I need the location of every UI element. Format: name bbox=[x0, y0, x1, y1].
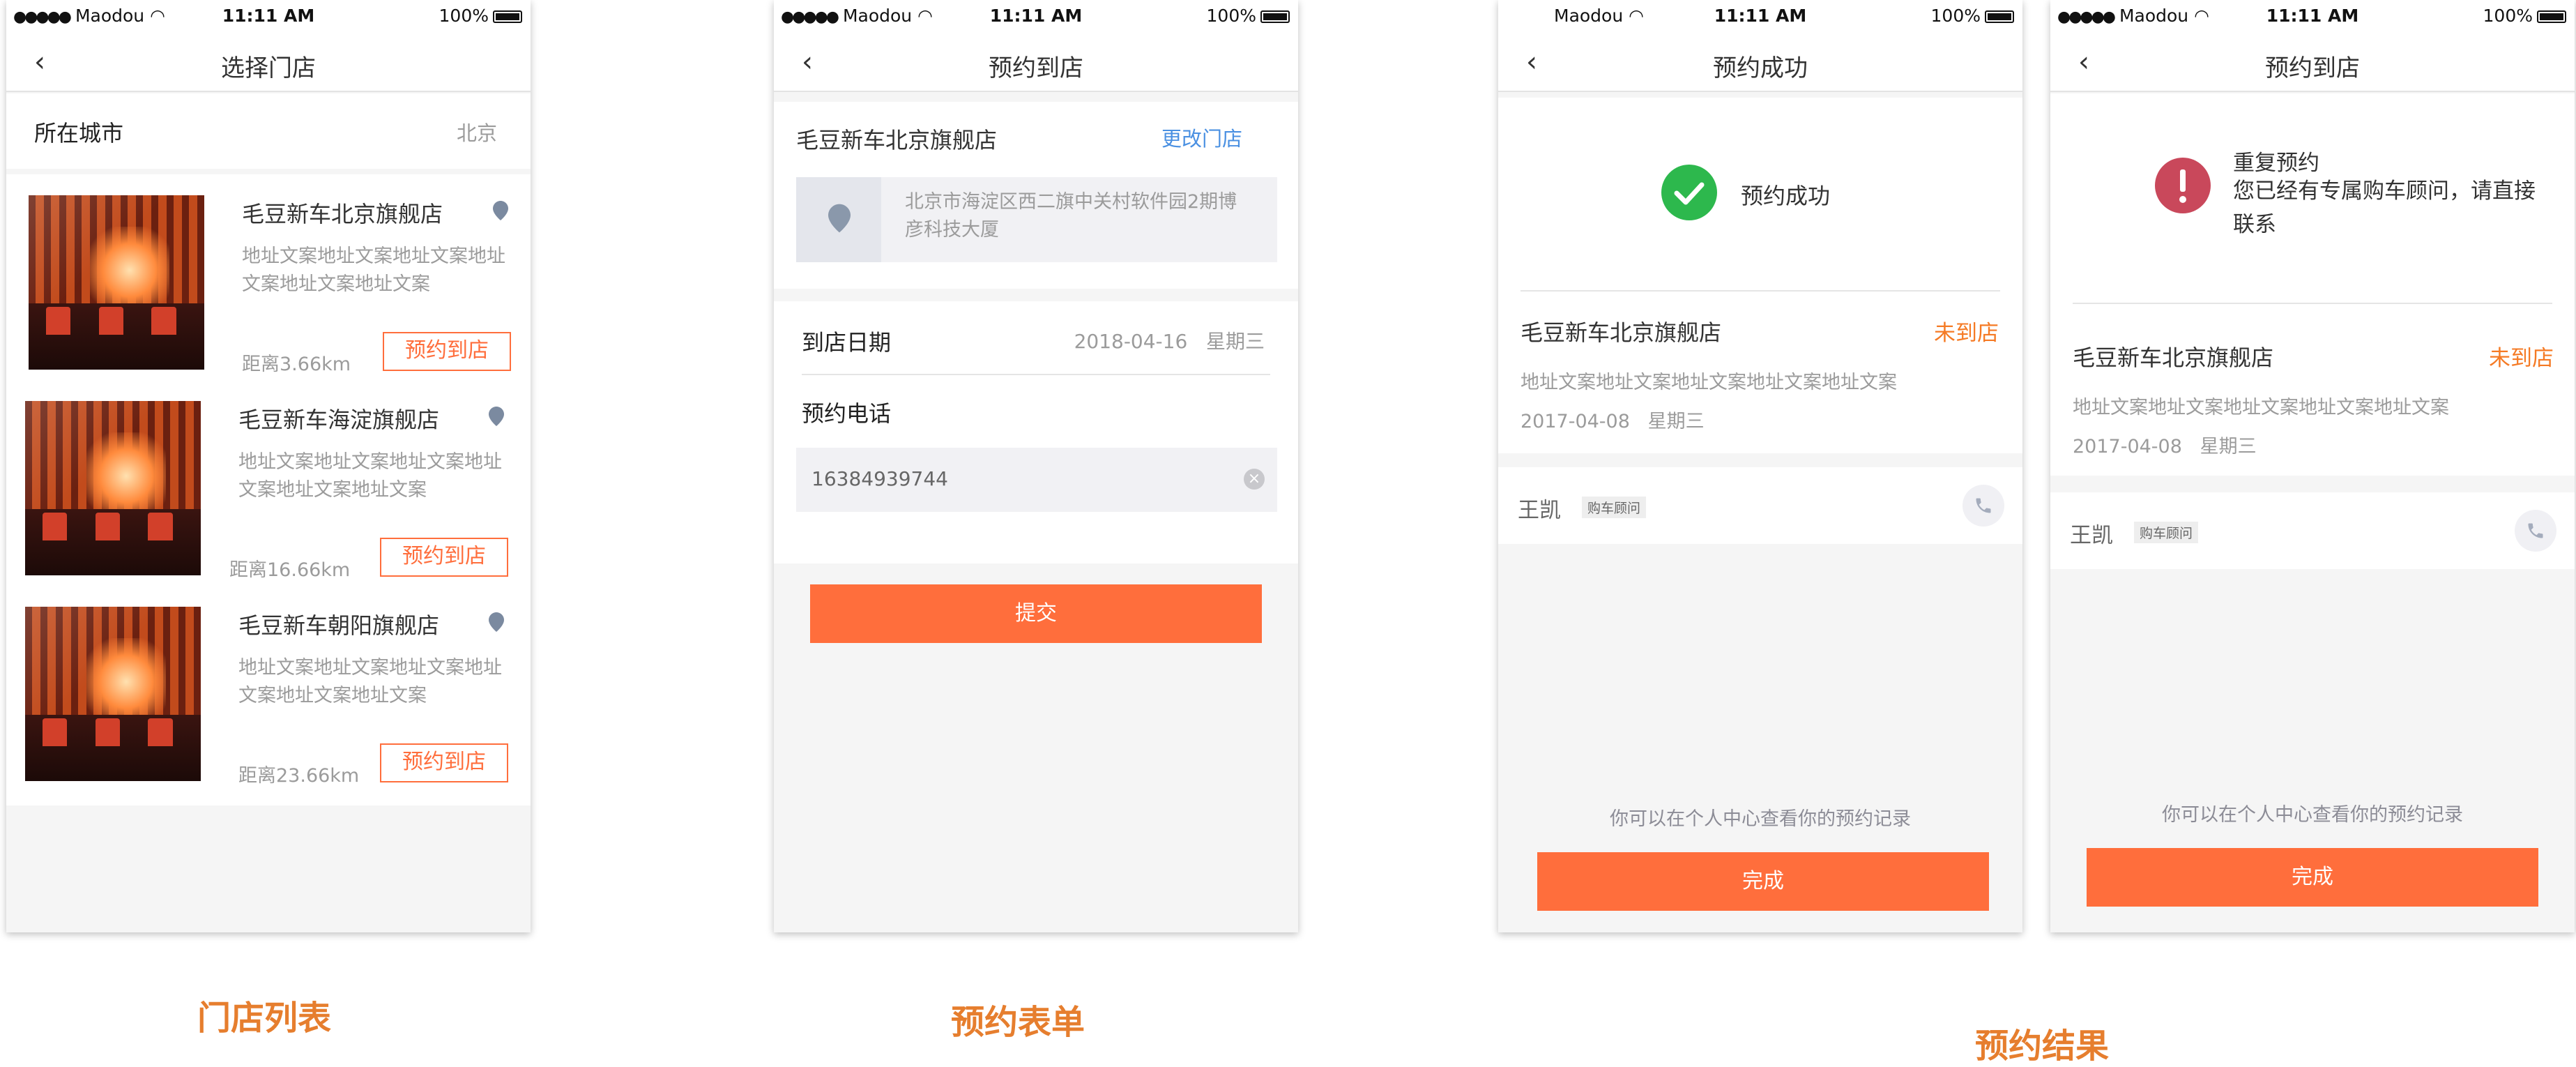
location-pin-icon bbox=[828, 204, 851, 233]
status-bar: ●●●●● Maodou ◠ 11:11 AM 100% bbox=[774, 0, 1298, 33]
list-item: 毛豆新车北京旗舰店 地址文案地址文案地址文案地址文案地址文案地址文案 距离3.6… bbox=[6, 195, 531, 377]
status-bar: ●●●●● Maodou ◠ 11:11 AM 100% bbox=[6, 0, 531, 33]
result-section: 预约成功 毛豆新车北京旗舰店 未到店 地址文案地址文案地址文案地址文案地址文案 … bbox=[1498, 98, 2022, 453]
phone-value: 16384939744 bbox=[811, 467, 948, 490]
submit-button[interactable]: 提交 bbox=[810, 584, 1262, 643]
page-title: 预约到店 bbox=[989, 54, 1083, 82]
done-button[interactable]: 完成 bbox=[2087, 848, 2538, 907]
battery-icon bbox=[1985, 10, 2014, 23]
store-address: 地址文案地址文案地址文案地址文案地址文案地址文案 bbox=[238, 657, 502, 706]
call-button[interactable] bbox=[2515, 510, 2556, 552]
list-item: 毛豆新车海淀旗舰店 地址文案地址文案地址文案地址文案地址文案地址文案 距离16.… bbox=[6, 401, 531, 582]
caption-booking-form: 预约表单 bbox=[951, 1003, 1085, 1042]
location-pin-icon bbox=[489, 407, 504, 426]
location-pin-icon bbox=[489, 612, 504, 632]
booking-date: 2017-04-08 星期三 bbox=[2073, 436, 2257, 457]
screen-store-list: ●●●●● Maodou ◠ 11:11 AM 100% ‹ 选择门店 所在城市… bbox=[6, 0, 531, 932]
page-title: 选择门店 bbox=[221, 54, 316, 82]
store-name: 毛豆新车海淀旗舰店 bbox=[238, 407, 440, 433]
advisor-name: 王凯 bbox=[1518, 498, 1561, 523]
battery: 100% bbox=[2483, 6, 2566, 26]
form-section: 到店日期 2018-04-16 星期三 预约电话 16384939744 × bbox=[774, 301, 1298, 563]
phone-label: 预约电话 bbox=[802, 400, 892, 427]
store-address: 地址文案地址文案地址文案地址文案地址文案地址文案 bbox=[238, 451, 502, 501]
store-section: 毛豆新车北京旗舰店 更改门店 北京市海淀区西二旗中关村软件园2期博彦科技大厦 bbox=[774, 102, 1298, 289]
nav-bar: ‹ 预约到店 bbox=[2050, 33, 2575, 92]
store-distance: 距离16.66km bbox=[229, 559, 351, 581]
caption-booking-result: 预约结果 bbox=[1975, 1027, 2110, 1066]
battery: 100% bbox=[1207, 6, 1290, 26]
store-name: 毛豆新车北京旗舰店 bbox=[796, 127, 998, 153]
status-bar: Maodou ◠ 11:11 AM 100% bbox=[1498, 0, 2022, 33]
store-image bbox=[25, 401, 201, 575]
book-visit-button[interactable]: 预约到店 bbox=[380, 538, 508, 577]
book-visit-button[interactable]: 预约到店 bbox=[380, 743, 508, 782]
address-box: 北京市海淀区西二旗中关村软件园2期博彦科技大厦 bbox=[796, 177, 1277, 262]
store-list: 毛豆新车北京旗舰店 地址文案地址文案地址文案地址文案地址文案地址文案 距离3.6… bbox=[6, 174, 531, 805]
warning-title: 重复预约 bbox=[2233, 151, 2319, 176]
divider bbox=[802, 374, 1270, 375]
store-address: 地址文案地址文案地址文案地址文案地址文案 bbox=[2073, 397, 2449, 418]
store-address: 北京市海淀区西二旗中关村软件园2期博彦科技大厦 bbox=[905, 191, 1237, 241]
book-visit-button[interactable]: 预约到店 bbox=[383, 332, 511, 371]
store-distance: 距离3.66km bbox=[242, 354, 351, 375]
store-address: 地址文案地址文案地址文案地址文案地址文案 bbox=[1521, 372, 1897, 393]
city-row[interactable]: 所在城市 北京 bbox=[6, 93, 531, 169]
result-text: 预约成功 bbox=[1741, 183, 1831, 209]
done-button[interactable]: 完成 bbox=[1537, 852, 1989, 911]
battery: 100% bbox=[439, 6, 522, 26]
battery-icon bbox=[1260, 10, 1290, 23]
nav-bar: ‹ 选择门店 bbox=[6, 33, 531, 92]
caption-store-list: 门店列表 bbox=[197, 999, 332, 1038]
hint-text: 你可以在个人中心查看你的预约记录 bbox=[2162, 804, 2463, 826]
advisor-row: 王凯 购车顾问 bbox=[1498, 467, 2022, 544]
store-distance: 距离23.66km bbox=[238, 765, 360, 787]
change-store-link[interactable]: 更改门店 bbox=[1161, 123, 1242, 152]
list-item: 毛豆新车朝阳旗舰店 地址文案地址文案地址文案地址文案地址文案地址文案 距离23.… bbox=[6, 607, 531, 788]
page-title: 预约成功 bbox=[1713, 54, 1808, 82]
phone-icon bbox=[1976, 498, 1991, 513]
store-name: 毛豆新车朝阳旗舰店 bbox=[238, 612, 440, 639]
advisor-name: 王凯 bbox=[2070, 523, 2113, 548]
store-name: 毛豆新车北京旗舰店 bbox=[1521, 319, 1722, 346]
warning-message: 您已经有专属购车顾问，请直接联系 bbox=[2233, 179, 2536, 237]
location-pin-icon bbox=[493, 201, 508, 220]
clear-icon[interactable]: × bbox=[1244, 469, 1265, 490]
result-section: 重复预约 您已经有专属购车顾问，请直接联系 毛豆新车北京旗舰店 未到店 地址文案… bbox=[2050, 93, 2575, 476]
screen-booking-form: ●●●●● Maodou ◠ 11:11 AM 100% ‹ 预约到店 毛豆新车… bbox=[774, 0, 1298, 932]
city-label: 所在城市 bbox=[34, 120, 124, 146]
status-badge: 未到店 bbox=[2489, 346, 2554, 371]
phone-input[interactable]: 16384939744 × bbox=[796, 448, 1277, 512]
address-icon-box bbox=[796, 177, 881, 262]
battery-icon bbox=[493, 10, 522, 23]
date-value[interactable]: 2018-04-16 星期三 bbox=[1074, 326, 1265, 354]
advisor-tag: 购车顾问 bbox=[2134, 522, 2199, 543]
date-label: 到店日期 bbox=[802, 329, 892, 356]
screen-booking-duplicate: ●●●●● Maodou ◠ 11:11 AM 100% ‹ 预约到店 重复预约… bbox=[2050, 0, 2575, 932]
store-name: 毛豆新车北京旗舰店 bbox=[242, 201, 443, 227]
call-button[interactable] bbox=[1963, 485, 2004, 527]
nav-bar: ‹ 预约到店 bbox=[774, 33, 1298, 92]
hint-text: 你可以在个人中心查看你的预约记录 bbox=[1610, 808, 1911, 830]
status-badge: 未到店 bbox=[1934, 321, 1999, 346]
phone-icon bbox=[2528, 523, 2543, 538]
check-circle-icon bbox=[1661, 165, 1717, 220]
store-name: 毛豆新车北京旗舰店 bbox=[2073, 345, 2274, 371]
city-value: 北京 bbox=[456, 121, 497, 145]
divider bbox=[2073, 303, 2552, 304]
advisor-tag: 购车顾问 bbox=[1582, 497, 1647, 518]
advisor-row: 王凯 购车顾问 bbox=[2050, 492, 2575, 569]
store-address: 地址文案地址文案地址文案地址文案地址文案地址文案 bbox=[242, 245, 505, 295]
store-image bbox=[25, 607, 201, 781]
battery: 100% bbox=[1931, 6, 2014, 26]
divider bbox=[1521, 290, 2000, 292]
page-title: 预约到店 bbox=[2265, 54, 2360, 82]
battery-icon bbox=[2537, 10, 2566, 23]
store-image bbox=[29, 195, 204, 370]
nav-bar: ‹ 预约成功 bbox=[1498, 33, 2022, 92]
warning-icon bbox=[2155, 158, 2211, 213]
booking-date: 2017-04-08 星期三 bbox=[1521, 411, 1705, 432]
status-bar: ●●●●● Maodou ◠ 11:11 AM 100% bbox=[2050, 0, 2575, 33]
screen-booking-success: Maodou ◠ 11:11 AM 100% ‹ 预约成功 预约成功 毛豆新车北… bbox=[1498, 0, 2022, 932]
